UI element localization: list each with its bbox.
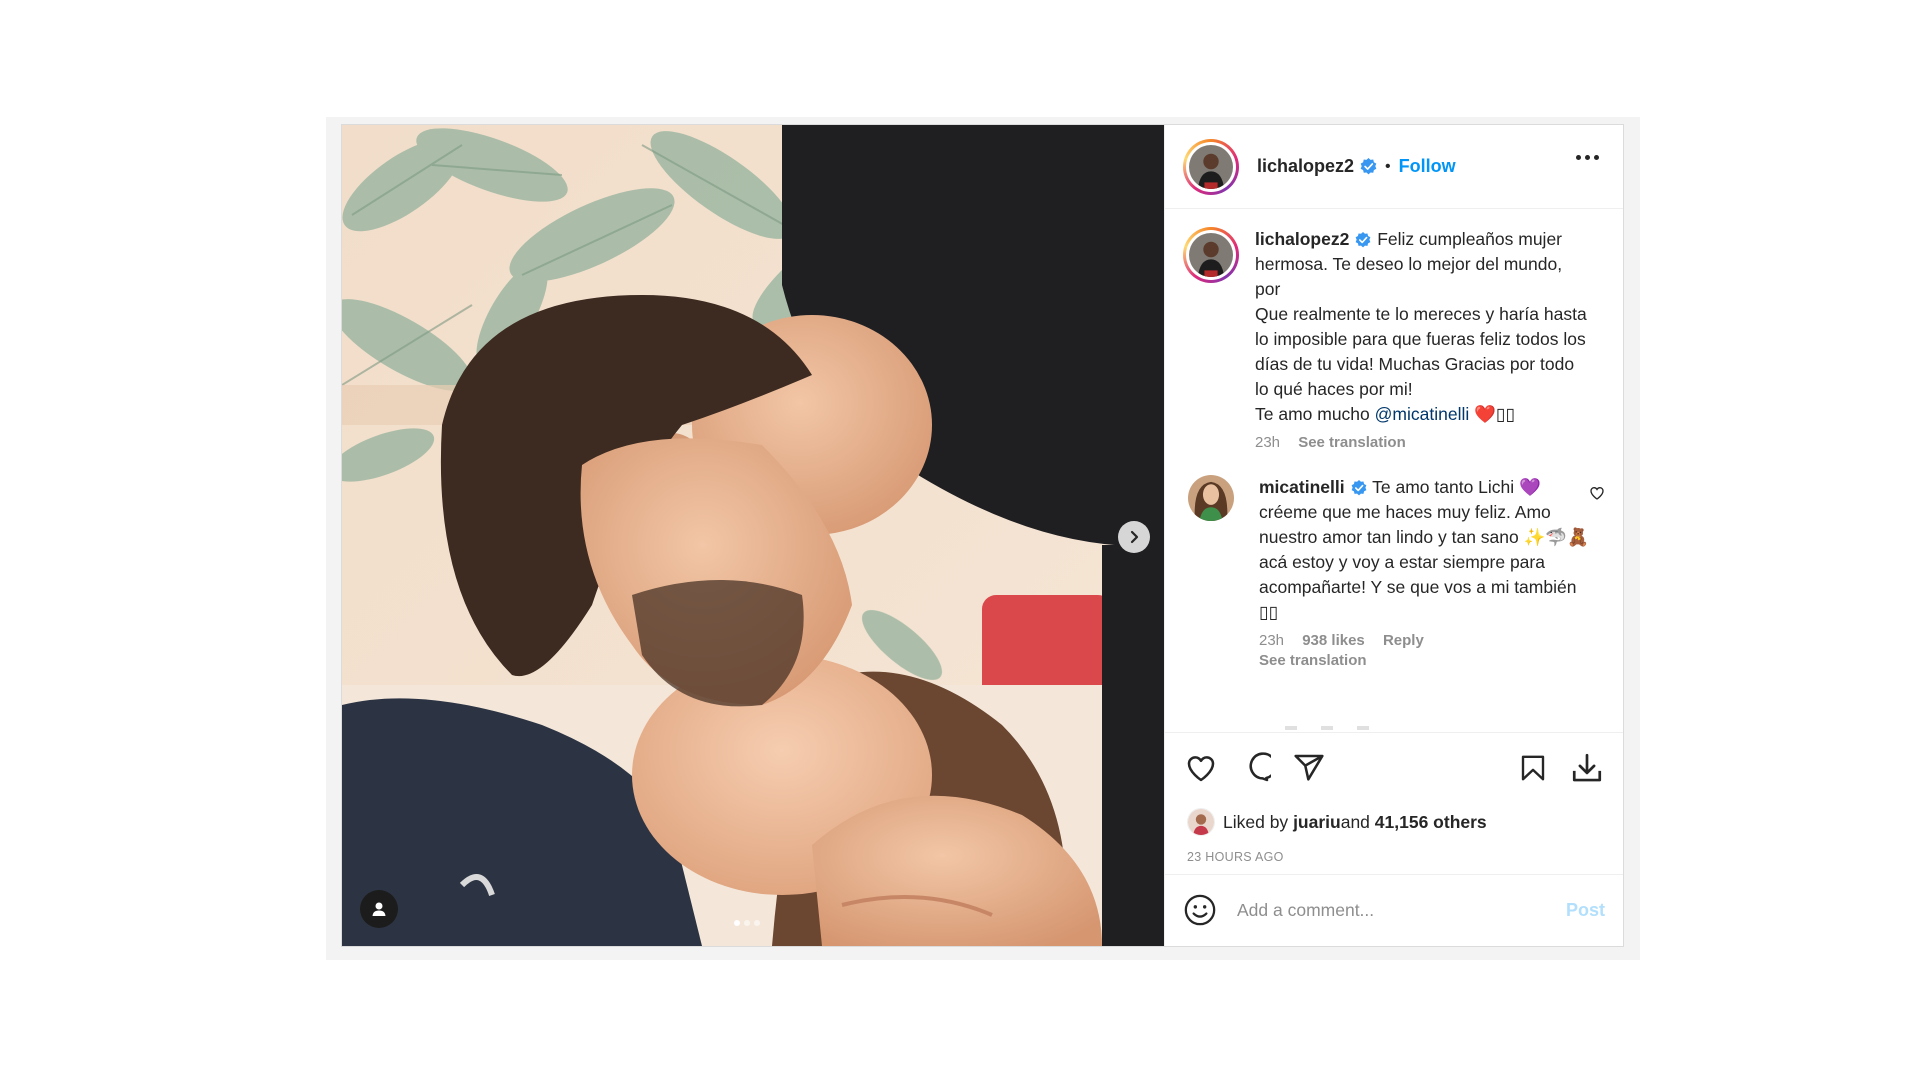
next-photo-button[interactable] — [1118, 521, 1150, 553]
heart-icon[interactable] — [1183, 750, 1219, 786]
comment-icon[interactable] — [1237, 750, 1273, 786]
bookmark-icon[interactable] — [1515, 750, 1551, 786]
caption-see-translation[interactable]: See translation — [1298, 434, 1406, 451]
comment-text-c: acá estoy y voy a estar siempre para aco… — [1259, 552, 1577, 597]
carousel-indicator — [734, 920, 760, 926]
action-bar — [1165, 732, 1623, 802]
author-username[interactable]: lichalopez2 — [1257, 156, 1354, 177]
commenter-username[interactable]: micatinelli — [1259, 477, 1345, 497]
post-timestamp[interactable]: 23 HOURS AGO — [1165, 842, 1623, 874]
carousel-dot — [734, 920, 740, 926]
comment-reply-button[interactable]: Reply — [1383, 632, 1424, 649]
download-icon[interactable] — [1569, 750, 1605, 786]
post-header: lichalopez2 • Follow — [1165, 125, 1623, 209]
caption-avatar-image — [1189, 233, 1233, 277]
comment-time: 23h — [1259, 632, 1285, 649]
caption-meta: 23h See translation — [1255, 433, 1587, 453]
comment-text-a: Te amo tanto Lichi — [1367, 477, 1520, 497]
header-separator: • — [1385, 157, 1391, 175]
verified-badge-icon — [1360, 158, 1377, 175]
carousel-dot — [744, 920, 750, 926]
caption-author-avatar[interactable] — [1183, 227, 1239, 283]
liked-by-row: Liked by juariu and 41,156 others — [1165, 802, 1623, 842]
comments-section[interactable]: lichalopez2 Feliz cumpleaños mujer hermo… — [1165, 209, 1623, 732]
post-photo — [342, 125, 1164, 946]
liked-by-prefix: Liked by — [1223, 811, 1289, 832]
liker-avatar-image — [1188, 809, 1214, 835]
share-icon[interactable] — [1291, 750, 1327, 786]
verified-badge-icon — [1355, 231, 1372, 249]
verified-badge-icon — [1351, 479, 1368, 497]
comment-meta: 23h 938 likes Reply — [1259, 631, 1591, 651]
liked-by-user[interactable]: juariu — [1293, 812, 1341, 833]
liked-by-and: and — [1340, 811, 1370, 832]
author-avatar[interactable] — [1183, 138, 1239, 195]
caption-time: 23h — [1255, 434, 1281, 451]
comment-body: micatinelli Te amo tanto Lichi 💜 créeme … — [1259, 475, 1591, 671]
chevron-right-icon — [1130, 530, 1139, 544]
purple-heart-emoji: 💜 — [1519, 477, 1541, 497]
caption-text-3: Te amo mucho — [1255, 404, 1375, 424]
comment-trailing-glyphs: ▯▯ — [1259, 602, 1279, 622]
comment-input[interactable] — [1237, 900, 1566, 921]
commenter-avatar[interactable] — [1188, 475, 1234, 521]
liker-avatar[interactable] — [1187, 808, 1215, 836]
follow-button[interactable]: Follow — [1399, 156, 1456, 177]
post-side-panel: lichalopez2 • Follow lichalopez2 Feliz c… — [1164, 125, 1623, 946]
add-comment-bar: Post — [1165, 874, 1623, 946]
caption-mention-link[interactable]: @micatinelli — [1375, 404, 1470, 424]
comment-item: micatinelli Te amo tanto Lichi 💜 créeme … — [1183, 475, 1605, 671]
post-card: lichalopez2 • Follow lichalopez2 Feliz c… — [341, 124, 1624, 947]
caption-trailing-glyphs: ▯▯ — [1495, 404, 1516, 424]
truncated-comment-hint — [1285, 726, 1405, 730]
caption-body: lichalopez2 Feliz cumpleaños mujer hermo… — [1255, 227, 1587, 453]
comment-translation-row: See translation — [1259, 651, 1591, 671]
comment-emojis: ✨🦈🧸 — [1523, 527, 1589, 547]
commenter-avatar-image — [1188, 475, 1234, 521]
caption-username[interactable]: lichalopez2 — [1255, 229, 1349, 249]
comment-see-translation[interactable]: See translation — [1259, 652, 1367, 669]
tagged-users-button[interactable] — [360, 890, 398, 928]
comment-like-heart-icon[interactable] — [1589, 485, 1605, 506]
liked-by-others[interactable]: 41,156 others — [1375, 812, 1487, 833]
post-caption: lichalopez2 Feliz cumpleaños mujer hermo… — [1183, 227, 1605, 453]
emoji-icon[interactable] — [1183, 893, 1219, 929]
more-options-icon[interactable] — [1576, 155, 1599, 160]
comment-text-b: créeme que me haces muy feliz. Amo nuest… — [1259, 502, 1551, 547]
carousel-dot — [754, 920, 760, 926]
user-tag-icon — [372, 902, 386, 916]
red-heart-emoji: ❤️ — [1474, 404, 1496, 424]
post-comment-button[interactable]: Post — [1566, 900, 1605, 921]
caption-text-2: Que realmente te lo mereces y haría hast… — [1255, 304, 1587, 399]
author-avatar-image — [1189, 144, 1233, 189]
comment-likes-count[interactable]: 938 likes — [1302, 632, 1365, 649]
post-media[interactable] — [342, 125, 1164, 946]
